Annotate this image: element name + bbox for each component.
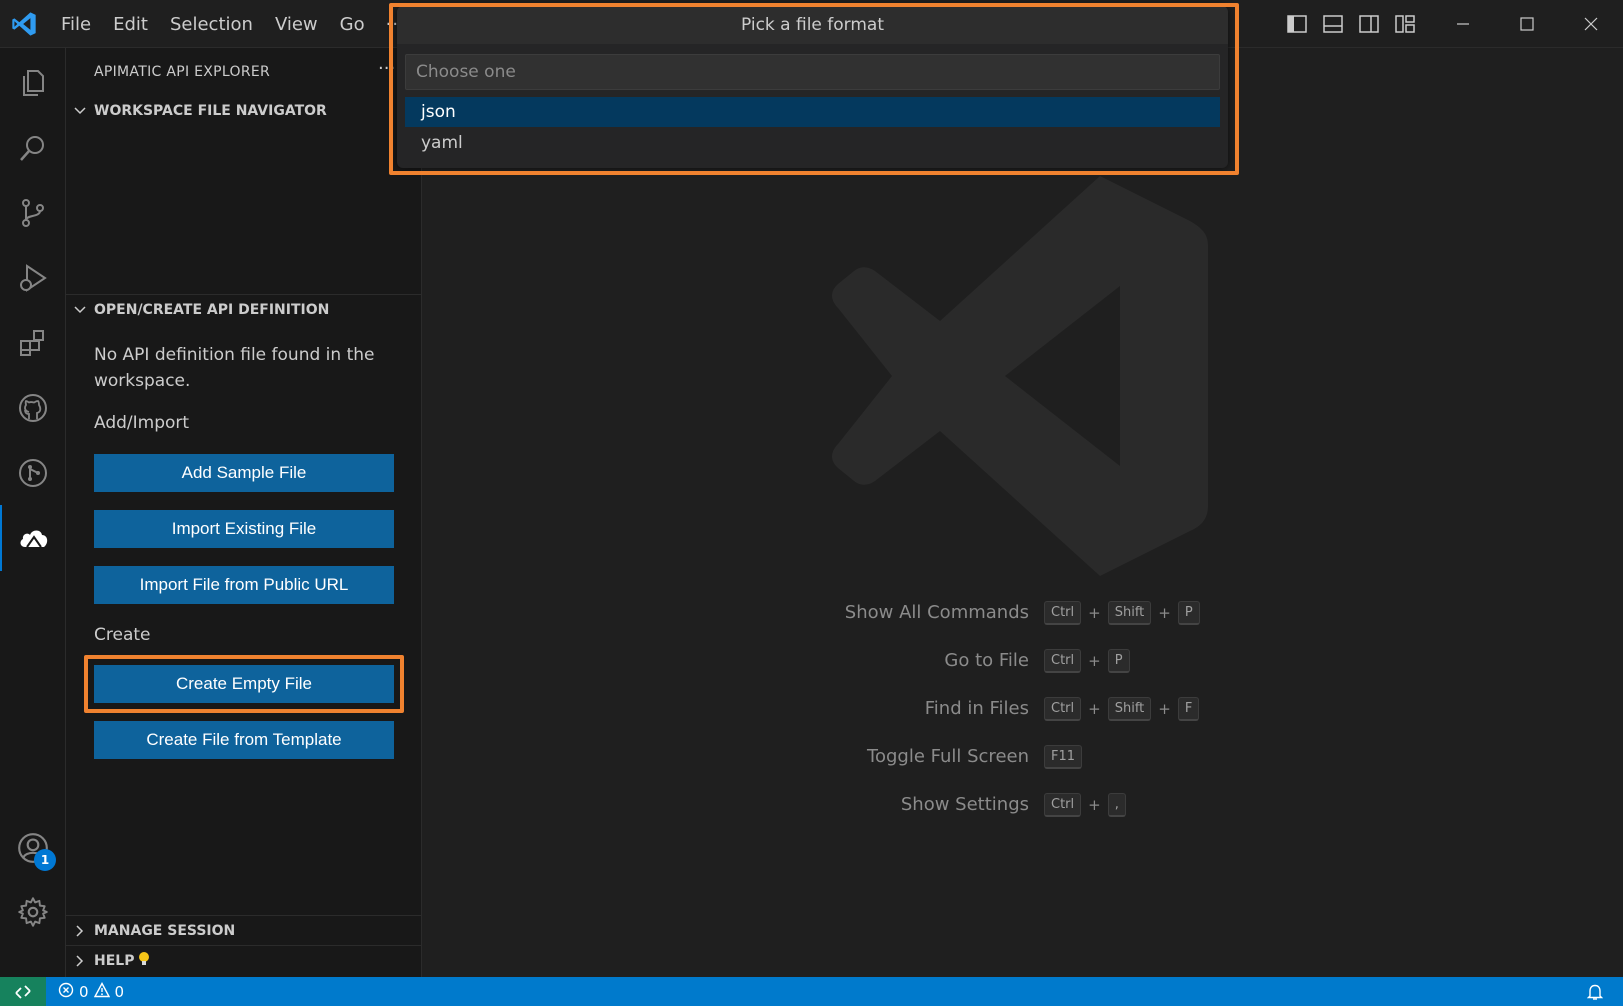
key: Ctrl	[1044, 649, 1082, 673]
key: P	[1177, 601, 1200, 625]
run-debug-icon[interactable]	[0, 245, 66, 311]
menu-bar: File Edit Selection View Go ···	[50, 0, 416, 48]
toggle-panel-icon[interactable]	[1315, 0, 1351, 48]
shortcut-row: Show All Commands Ctrl + Shift + P	[422, 598, 1623, 628]
explorer-icon[interactable]	[0, 50, 66, 116]
sidebar: APIMATIC API EXPLORER ··· WORKSPACE FILE…	[66, 48, 422, 977]
problems-indicator[interactable]: 0 0	[58, 977, 124, 1006]
vscode-watermark-icon	[832, 176, 1208, 576]
section-label: OPEN/CREATE API DEFINITION	[94, 301, 330, 318]
import-existing-file-button[interactable]: Import Existing File	[94, 510, 394, 548]
warning-count: 0	[114, 982, 125, 1001]
status-bar: 0 0	[0, 977, 1623, 1006]
shortcut-keys: F11	[1044, 742, 1083, 772]
highlight-create-empty	[84, 655, 404, 713]
menu-file[interactable]: File	[50, 14, 102, 35]
git-graph-icon[interactable]	[0, 440, 66, 506]
add-import-label: Add/Import	[94, 413, 190, 433]
key: Ctrl	[1044, 697, 1082, 721]
section-open-create-api-definition[interactable]: OPEN/CREATE API DEFINITION	[66, 294, 422, 324]
key: ,	[1107, 793, 1126, 817]
chevron-right-icon	[66, 924, 94, 937]
shortcut-label: Find in Files	[924, 698, 1029, 719]
toggle-secondary-sidebar-icon[interactable]	[1351, 0, 1387, 48]
chevron-down-icon	[66, 305, 94, 314]
extensions-icon[interactable]	[0, 310, 66, 376]
shortcut-row: Find in Files Ctrl + Shift + F	[422, 694, 1623, 724]
menu-go[interactable]: Go	[329, 14, 376, 35]
shortcut-row: Toggle Full Screen F11	[422, 742, 1623, 772]
search-icon[interactable]	[0, 115, 66, 181]
chevron-right-icon	[66, 954, 94, 967]
key: P	[1107, 649, 1130, 673]
chevron-down-icon	[66, 107, 94, 115]
shortcut-keys: Ctrl + ,	[1044, 790, 1126, 820]
menu-selection[interactable]: Selection	[159, 14, 264, 35]
no-file-message: No API definition file found in the work…	[94, 345, 375, 391]
shortcut-label: Show Settings	[900, 794, 1029, 815]
shortcut-label: Go to File	[944, 650, 1029, 671]
close-icon[interactable]	[1559, 0, 1623, 48]
accounts-icon[interactable]: 1	[0, 815, 66, 881]
settings-gear-icon[interactable]	[0, 879, 66, 945]
key: Ctrl	[1044, 601, 1082, 625]
shortcut-label: Show All Commands	[844, 602, 1029, 623]
section-label: WORKSPACE FILE NAVIGATOR	[94, 103, 327, 119]
accounts-badge: 1	[34, 849, 56, 871]
window-controls	[1279, 0, 1623, 48]
highlight-quick-pick	[389, 3, 1239, 175]
maximize-icon[interactable]	[1495, 0, 1559, 48]
toggle-primary-sidebar-icon[interactable]	[1279, 0, 1315, 48]
key: F11	[1044, 745, 1083, 769]
error-count: 0	[79, 982, 89, 1001]
shortcut-row: Show Settings Ctrl + ,	[422, 790, 1623, 820]
menu-view[interactable]: View	[264, 14, 329, 35]
key: Shift	[1107, 601, 1152, 625]
create-file-from-template-button[interactable]: Create File from Template	[94, 721, 394, 759]
key: F	[1177, 697, 1200, 721]
error-icon	[58, 982, 74, 1002]
section-label: MANAGE SESSION	[94, 922, 236, 939]
section-manage-session[interactable]: MANAGE SESSION	[66, 915, 422, 945]
customize-layout-icon[interactable]	[1387, 0, 1423, 48]
remote-icon[interactable]	[0, 977, 46, 1006]
key: Shift	[1107, 697, 1152, 721]
create-label: Create	[94, 625, 151, 645]
shortcut-keys: Ctrl + Shift + P	[1044, 598, 1200, 628]
editor-area: Show All Commands Ctrl + Shift + P Go to F…	[422, 48, 1623, 977]
apimatic-icon[interactable]	[0, 505, 66, 571]
notifications-bell-icon[interactable]	[1587, 977, 1603, 1006]
warning-icon	[93, 981, 110, 1002]
section-workspace-file-navigator[interactable]: WORKSPACE FILE NAVIGATOR	[66, 96, 422, 126]
shortcut-keys: Ctrl + Shift + F	[1044, 694, 1200, 724]
section-label: HELP	[94, 952, 135, 969]
key: Ctrl	[1044, 793, 1082, 817]
vscode-logo-icon	[12, 12, 36, 36]
shortcut-label: Toggle Full Screen	[867, 746, 1029, 767]
lightbulb-icon	[138, 951, 150, 971]
add-sample-file-button[interactable]: Add Sample File	[94, 454, 394, 492]
github-icon[interactable]	[0, 375, 66, 441]
shortcut-keys: Ctrl + P	[1044, 646, 1130, 676]
import-file-from-url-button[interactable]: Import File from Public URL	[94, 566, 394, 604]
minimize-icon[interactable]	[1431, 0, 1495, 48]
section-help[interactable]: HELP	[66, 945, 422, 975]
menu-edit[interactable]: Edit	[102, 14, 159, 35]
source-control-icon[interactable]	[0, 180, 66, 246]
shortcut-row: Go to File Ctrl + P	[422, 646, 1623, 676]
sidebar-title: APIMATIC API EXPLORER	[94, 64, 271, 80]
activity-bar: 1	[0, 48, 66, 977]
